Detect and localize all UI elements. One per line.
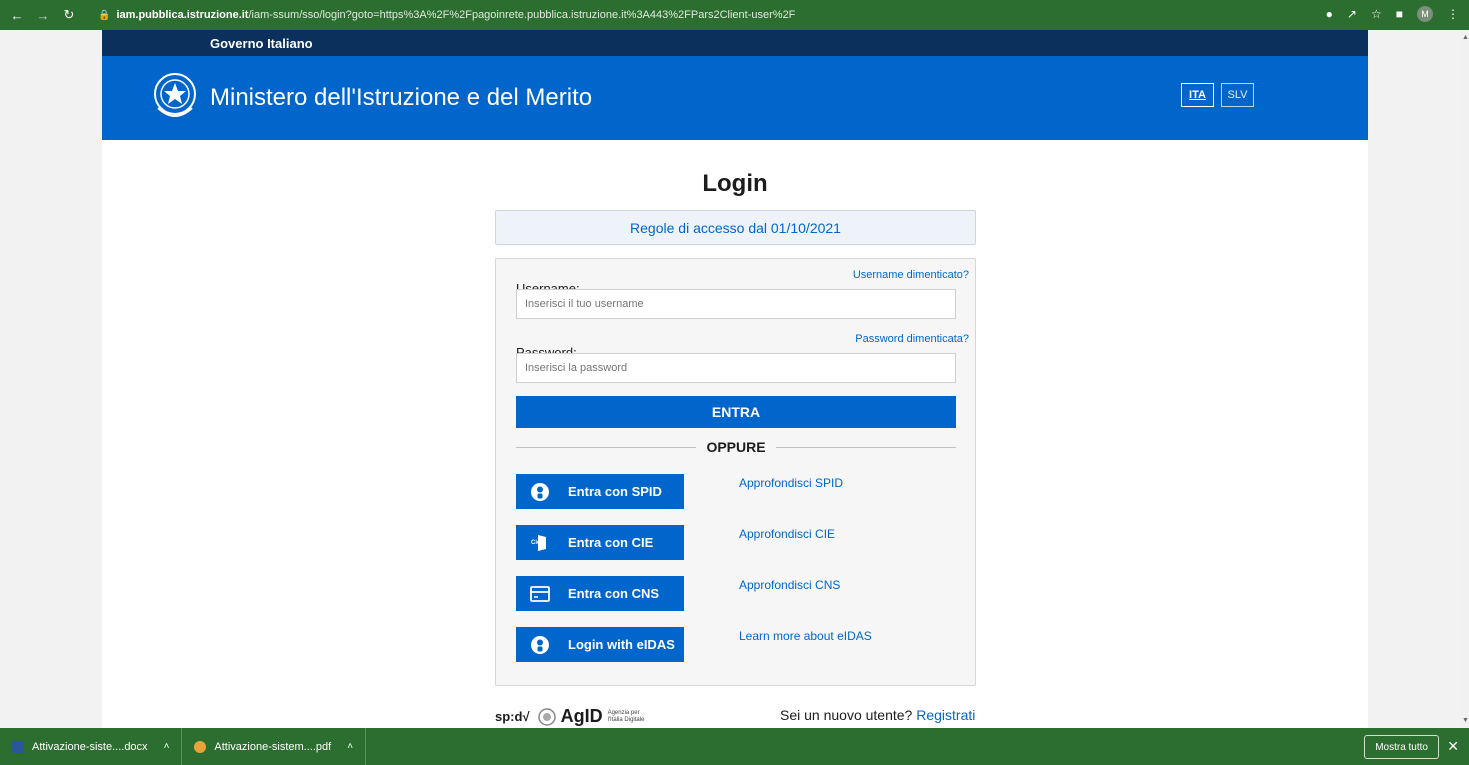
agid-subtitle: Agenzia per l'Italia Digitale — [607, 709, 645, 723]
cie-id-icon: Cie — [530, 533, 550, 553]
spid-login-label: Entra con SPID — [568, 484, 662, 499]
scroll-up-icon[interactable]: ▲ — [1462, 34, 1469, 41]
page-title: Login — [702, 170, 768, 197]
ministry-name[interactable]: Ministero dell'Istruzione e del Merito — [210, 84, 592, 112]
url-host: iam.pubblica.istruzione.it — [116, 9, 249, 21]
agid-text: AgID — [560, 706, 603, 726]
spid-logo: sp:d√ — [495, 709, 530, 724]
chevron-up-icon[interactable]: ˄ — [347, 741, 353, 752]
new-user-text: Sei un nuovo utente? — [780, 707, 913, 723]
svg-text:Cie: Cie — [531, 540, 541, 546]
cns-login-button[interactable]: Entra con CNS — [516, 576, 684, 611]
chevron-up-icon[interactable]: ˄ — [164, 741, 170, 752]
download-item-docx[interactable]: Attivazione-siste....docx ˄ — [0, 728, 183, 765]
spid-more-link[interactable]: Approfondisci SPID — [739, 476, 843, 490]
submit-button[interactable]: ENTRA — [516, 396, 956, 428]
chrome-file-icon — [194, 740, 207, 753]
cns-more-link[interactable]: Approfondisci CNS — [739, 578, 840, 592]
back-icon[interactable]: ← — [8, 6, 26, 24]
cie-login-button[interactable]: Cie Entra con CIE — [516, 525, 684, 560]
new-user-prompt: Sei un nuovo utente? Registrati — [780, 707, 975, 723]
or-text: OPPURE — [706, 439, 766, 455]
password-input[interactable] — [516, 353, 956, 383]
partner-logos: sp:d√ AgID Agenzia per l'Italia Digitale — [495, 706, 644, 727]
cie-more-link[interactable]: Approfondisci CIE — [739, 527, 835, 541]
cns-login-label: Entra con CNS — [568, 586, 660, 601]
profile-avatar[interactable]: M — [1417, 6, 1433, 22]
site-header: Ministero dell'Istruzione e del Merito I… — [102, 56, 1368, 140]
lock-icon: 🔒 — [98, 9, 111, 21]
show-all-downloads-button[interactable]: Mostra tutto — [1364, 735, 1439, 759]
access-rules-link[interactable]: Regole di accesso dal 01/10/2021 — [495, 210, 976, 245]
download-item-pdf[interactable]: Attivazione-sistem....pdf ˄ — [182, 728, 367, 765]
username-forgot-link[interactable]: Username dimenticato? — [853, 269, 969, 281]
word-file-icon — [12, 740, 24, 753]
agid-emblem-icon — [537, 707, 556, 726]
downloads-bar: Attivazione-siste....docx ˄ Attivazione-… — [0, 728, 1469, 765]
download-filename: Attivazione-sistem....pdf — [214, 740, 332, 753]
username-input[interactable] — [516, 289, 956, 319]
url-path: /iam-ssum/sso/login?goto=https%3A%2F%2Fp… — [248, 9, 796, 21]
separator-line — [516, 446, 697, 448]
browser-toolbar: ← → ↻ 🔒 iam.pubblica.istruzione.it /iam-… — [0, 0, 1469, 30]
bookmark-star-icon[interactable]: ☆ — [1371, 7, 1382, 21]
address-bar[interactable]: 🔒 iam.pubblica.istruzione.it /iam-ssum/s… — [98, 9, 795, 21]
eidas-user-icon — [530, 635, 550, 655]
page-scrollbar[interactable]: ▲ ▼ — [1461, 30, 1469, 728]
eidas-login-label: Login with eIDAS — [568, 637, 675, 652]
forward-icon[interactable]: → — [34, 6, 52, 24]
eidas-more-link[interactable]: Learn more about eIDAS — [739, 629, 872, 643]
password-forgot-link[interactable]: Password dimenticata? — [855, 333, 969, 345]
login-card: Username: Username dimenticato? Password… — [495, 258, 976, 686]
browser-actions: ● ↗ ☆ ■ M ⋮ — [1326, 6, 1459, 22]
side-panel-icon[interactable]: ■ — [1396, 7, 1403, 21]
lang-slv-button[interactable]: SLV — [1221, 83, 1254, 107]
or-separator: OPPURE — [516, 437, 956, 457]
google-icon[interactable]: ● — [1326, 7, 1333, 21]
cie-login-label: Entra con CIE — [568, 535, 654, 550]
smart-card-icon — [530, 584, 550, 604]
republic-emblem-icon[interactable] — [150, 68, 200, 128]
scroll-down-icon[interactable]: ▼ — [1462, 717, 1469, 724]
download-filename: Attivazione-siste....docx — [32, 740, 148, 753]
gov-bar: Governo Italiano — [102, 30, 1368, 56]
lang-ita-button[interactable]: ITA — [1181, 83, 1214, 107]
web-page: Governo Italiano Ministero dell'Istruzio… — [102, 30, 1368, 728]
share-icon[interactable]: ↗ — [1347, 7, 1357, 21]
close-icon[interactable]: ✕ — [1447, 738, 1459, 755]
gov-bar-label[interactable]: Governo Italiano — [210, 36, 313, 51]
agid-logo: AgID Agenzia per l'Italia Digitale — [537, 706, 645, 727]
reload-icon[interactable]: ↻ — [60, 6, 78, 24]
separator-line — [775, 446, 956, 448]
spid-login-button[interactable]: Entra con SPID — [516, 474, 684, 509]
menu-kebab-icon[interactable]: ⋮ — [1447, 7, 1459, 21]
register-link[interactable]: Registrati — [916, 707, 975, 723]
spid-user-icon — [530, 482, 550, 502]
eidas-login-button[interactable]: Login with eIDAS — [516, 627, 684, 662]
